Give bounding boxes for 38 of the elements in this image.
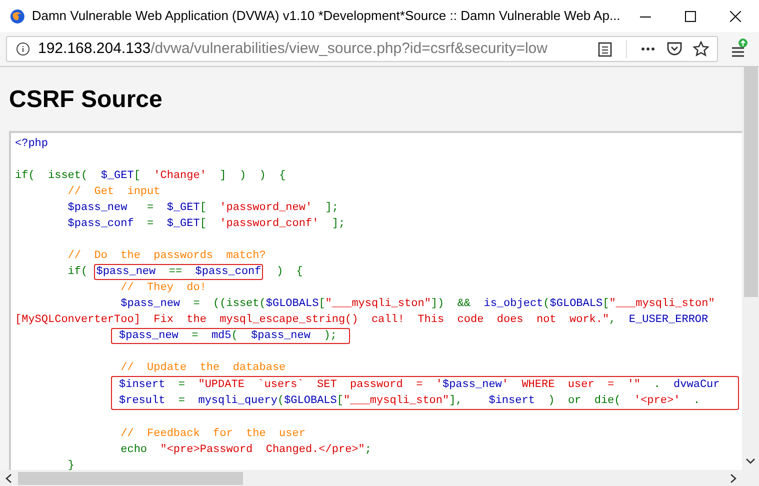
code-line: if( $pass_new == $pass_conf ) {	[66, 264, 303, 280]
code-line: // Do the passwords match?	[66, 249, 266, 264]
code-line: // They do!	[120, 281, 206, 296]
horizontal-scrollbar[interactable]	[0, 470, 742, 486]
scroll-right-icon[interactable]	[730, 474, 737, 482]
scrollbar-thumb[interactable]	[18, 472, 243, 484]
code-line: // Update the database	[120, 361, 286, 376]
highlight-box: $pass_new == $pass_conf	[94, 264, 264, 280]
vertical-scrollbar[interactable]	[742, 67, 759, 486]
code-line: echo "<pre>Password Changed.</pre>";	[120, 443, 372, 458]
scrollbar-thumb[interactable]	[744, 67, 758, 297]
pocket-icon[interactable]	[667, 42, 682, 56]
code-line: $pass_new = $_GET[ 'password_new' ];	[66, 201, 338, 216]
url-text: 192.168.204.133/dvwa/vulnerabilities/view_source.php?id=csrf&security=low	[38, 38, 548, 59]
star-icon[interactable]	[693, 41, 709, 57]
menu-icon[interactable]	[730, 38, 748, 60]
code-line: $pass_new = ((isset($GLOBALS["___mysqli_ston"]) && is_object($GLOBALS["___mysqli_ston"	[120, 297, 715, 312]
code-line: if( isset( $_GET[ 'Change' ] ) ) {	[15, 169, 286, 184]
reader-view-icon[interactable]	[598, 42, 612, 56]
window-title: Damn Vulnerable Web Application (DVWA) v1.10 *Development*Source :: Damn Vulnerable Web Ap...	[32, 7, 620, 26]
close-icon[interactable]	[730, 10, 742, 22]
code-line: $pass_conf = $_GET[ 'password_conf' ];	[66, 217, 346, 232]
browser-logo-icon	[10, 8, 25, 24]
highlight-box: $pass_new = md5( $pass_new );	[111, 328, 350, 344]
scroll-left-icon[interactable]	[5, 474, 12, 482]
scroll-down-icon[interactable]	[746, 458, 755, 464]
maximize-icon[interactable]	[685, 10, 696, 22]
info-icon[interactable]	[16, 42, 30, 56]
code-line: <?php	[15, 137, 48, 152]
code-line: $result = mysqli_query($GLOBALS["___mysqli_ston"], $insert ) or die( '<pre>' .	[119, 394, 700, 409]
more-icon[interactable]	[641, 47, 655, 51]
code-line: }	[66, 459, 74, 470]
code-line: // Get input	[66, 185, 160, 200]
page-heading: CSRF Source	[9, 85, 164, 115]
code-line: // Feedback for the user	[120, 427, 306, 442]
code-line: [MySQLConverterToo] Fix the mysql_escape_string() call! This code does not work.", E_USER_ERROR	[15, 313, 708, 328]
address-field[interactable]: 192.168.204.133/dvwa/vulnerabilities/view_source.php?id=csrf&security=low	[6, 36, 718, 62]
code-line: $insert = "UPDATE `users` SET password = '$pass_new' WHERE user = '" . dvwaCur	[119, 378, 720, 393]
